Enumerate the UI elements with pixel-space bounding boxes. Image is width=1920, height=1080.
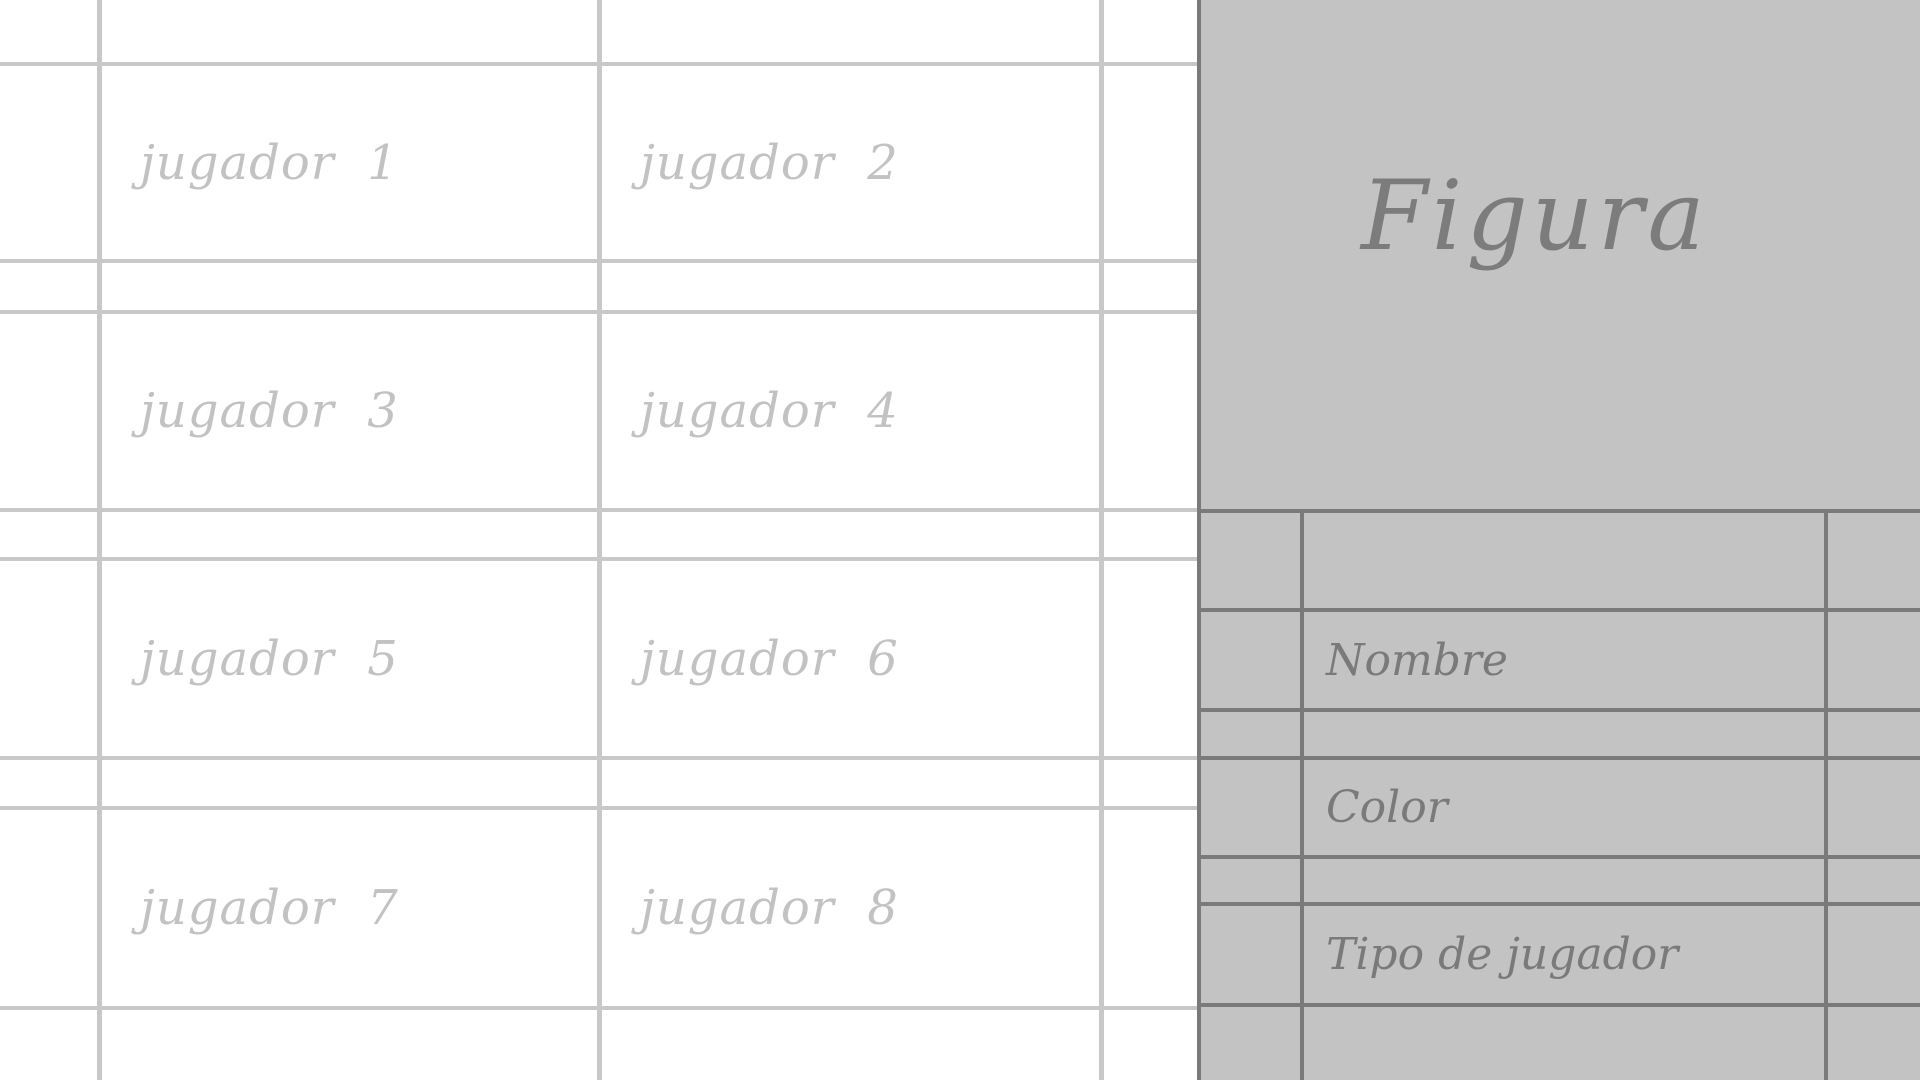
figure-title: Figura (1361, 160, 1709, 272)
player-details-panel: Figura Nombre Color Tipo de jugador (1197, 0, 1920, 1080)
app-screen: jugador 1 jugador 2 jugador 3 jugador 4 … (0, 0, 1920, 1080)
name-field[interactable]: Nombre (1304, 612, 1825, 708)
grid-divider (1099, 0, 1104, 1080)
player-slot-1[interactable]: jugador 1 (102, 66, 597, 259)
player-slot-6[interactable]: jugador 6 (602, 561, 1099, 756)
panel-divider (1201, 855, 1920, 859)
player-slot-3[interactable]: jugador 3 (102, 314, 597, 508)
player-label: jugador 8 (640, 880, 899, 936)
player-slot-5[interactable]: jugador 5 (102, 561, 597, 756)
panel-divider (1201, 1003, 1920, 1007)
grid-divider (0, 1006, 1197, 1010)
player-slot-4[interactable]: jugador 4 (602, 314, 1099, 508)
player-grid: jugador 1 jugador 2 jugador 3 jugador 4 … (0, 0, 1197, 1080)
color-label: Color (1326, 782, 1448, 833)
player-label: jugador 6 (640, 630, 899, 687)
figure-preview[interactable]: Figura (1201, 0, 1920, 509)
grid-divider (0, 508, 1197, 512)
player-type-field[interactable]: Tipo de jugador (1304, 906, 1825, 1003)
panel-divider (1201, 708, 1920, 712)
player-type-label: Tipo de jugador (1326, 929, 1679, 980)
grid-divider (0, 259, 1197, 263)
player-label: jugador 4 (640, 383, 899, 439)
color-field[interactable]: Color (1304, 760, 1825, 855)
player-slot-2[interactable]: jugador 2 (602, 66, 1099, 259)
player-label: jugador 5 (140, 630, 399, 687)
name-label: Nombre (1326, 634, 1508, 686)
player-slot-8[interactable]: jugador 8 (602, 810, 1099, 1006)
grid-divider (0, 756, 1197, 760)
panel-divider (1201, 509, 1920, 513)
player-label: jugador 2 (640, 134, 899, 191)
player-label: jugador 7 (140, 880, 399, 936)
player-label: jugador 3 (140, 383, 399, 439)
player-slot-7[interactable]: jugador 7 (102, 810, 597, 1006)
player-label: jugador 1 (140, 134, 399, 191)
